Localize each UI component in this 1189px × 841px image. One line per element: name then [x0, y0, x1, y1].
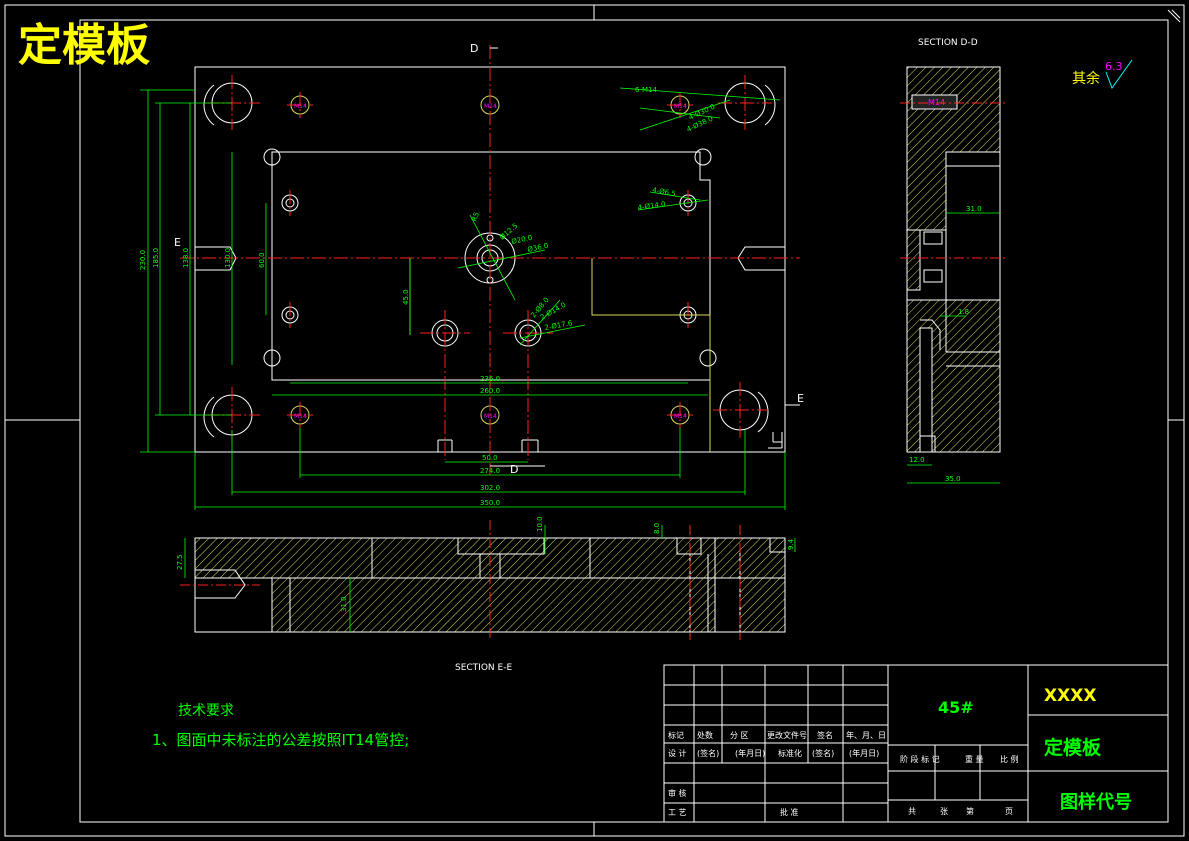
ee-dim-10: 10.0: [536, 516, 544, 532]
svg-text:比 例: 比 例: [1000, 754, 1019, 764]
drawing-sheet: 定模板 230.0 185.0 138.0 130.0 60.0 45.0 23…: [4, 4, 1185, 837]
svg-text:标记: 标记: [668, 730, 684, 740]
callout-6-m14: 6-M14: [635, 86, 657, 94]
callout-4-d6-5: 4-Ø6.5: [652, 186, 677, 198]
tech-req-heading: 技术要求: [178, 703, 234, 719]
svg-text:分 区: 分 区: [730, 731, 749, 740]
marker-d-top: D: [470, 42, 478, 55]
drawing-number: 图样代号: [1060, 791, 1132, 813]
svg-text:(签名): (签名): [697, 748, 719, 758]
dim-138: 138.0: [182, 248, 190, 268]
section-ee-label: SECTION E-E: [455, 663, 512, 673]
company-name: XXXX: [1044, 686, 1096, 706]
ee-dim-27-5: 27.5: [176, 554, 184, 570]
svg-text:其余: 其余: [1072, 70, 1100, 87]
dim-274: 274.0: [480, 467, 500, 475]
hole-label-m14: M14: [294, 103, 307, 110]
hole-label-m14: M14: [484, 413, 497, 420]
svg-text:共: 共: [908, 807, 916, 816]
svg-text:更改文件号: 更改文件号: [767, 730, 807, 740]
dim-236: 236.0: [480, 375, 500, 383]
dim-302: 302.0: [480, 484, 500, 492]
hole-label-m14: M14: [674, 103, 687, 110]
section-dd: SECTION D-D M14 31.0 1.8 12.0 35.0: [900, 38, 1005, 484]
svg-text:处数: 处数: [697, 730, 713, 740]
dd-dim-31: 31.0: [966, 205, 982, 213]
tech-req-line1: 1、图面中未标注的公差按照IT14管控;: [152, 731, 409, 749]
svg-text:批 准: 批 准: [780, 807, 799, 817]
callout-d36: Ø36.0: [527, 242, 549, 254]
svg-text:工 艺: 工 艺: [668, 808, 687, 817]
dim-50: 50.0: [482, 454, 498, 462]
svg-text:标准化: 标准化: [778, 748, 802, 758]
dd-dim-1-8: 1.8: [958, 308, 969, 316]
title-block-text: 45# XXXX 定模板 图样代号 标记 处数 分 区 更改文件号 签名 年、月…: [668, 686, 1132, 817]
dd-dim-35: 35.0: [945, 475, 961, 483]
svg-text:(年月日): (年月日): [849, 748, 879, 758]
dim-185: 185.0: [152, 248, 160, 268]
drawing-title: 定模板: [18, 20, 150, 71]
ee-dim-31: 31.0: [340, 596, 348, 612]
svg-text:签名: 签名: [817, 730, 833, 740]
svg-text:年、月、日: 年、月、日: [846, 730, 886, 740]
material: 45#: [938, 698, 974, 717]
svg-text:张: 张: [940, 807, 948, 816]
ee-dim-8: 8.0: [653, 523, 661, 534]
hole-label-m14: M14: [674, 413, 687, 420]
svg-text:(年月日): (年月日): [735, 748, 765, 758]
dim-230: 230.0: [139, 250, 147, 270]
dim-130: 130.0: [224, 248, 232, 268]
section-ee: 27.5 31.0 10.0 8.0 9.4 SECTION E-E: [176, 516, 796, 673]
dim-350: 350.0: [480, 499, 500, 507]
callout-4-d14: 4-Ø14.0: [637, 200, 666, 212]
callout-d20: Ø20.0: [511, 234, 533, 246]
section-dd-label: SECTION D-D: [918, 38, 978, 48]
dd-dim-12: 12.0: [909, 456, 925, 464]
hole-label-m14: M14: [294, 413, 307, 420]
callout-r5: R5: [470, 211, 481, 223]
roughness-symbol: 其余 6.3: [1072, 59, 1133, 90]
svg-text:6.3: 6.3: [1105, 60, 1123, 73]
svg-text:审 核: 审 核: [668, 788, 687, 798]
svg-text:(签名): (签名): [812, 748, 834, 758]
dim-260: 260.0: [480, 387, 500, 395]
hole-label-m14: M14: [484, 103, 497, 110]
svg-text:第: 第: [966, 806, 974, 816]
svg-text:重 量: 重 量: [965, 754, 984, 764]
ee-dim-9-4: 9.4: [787, 538, 795, 550]
marker-e-left: E: [174, 236, 181, 249]
svg-text:页: 页: [1005, 807, 1013, 816]
marker-e-right: E: [797, 392, 804, 405]
dim-45: 45.0: [402, 289, 410, 305]
svg-text:设 计: 设 计: [668, 748, 687, 758]
marker-d-bottom: D: [510, 463, 518, 476]
svg-text:阶 段 标 记: 阶 段 标 记: [900, 754, 940, 764]
part-name: 定模板: [1044, 736, 1102, 759]
dim-60: 60.0: [258, 252, 266, 268]
